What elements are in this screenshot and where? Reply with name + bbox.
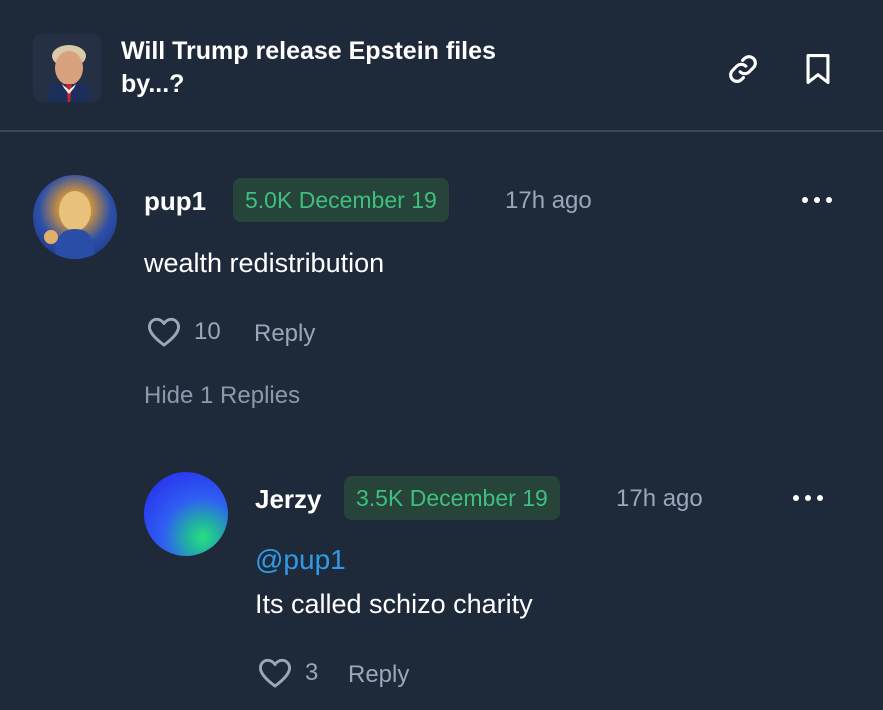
- comments-page: Will Trump release Epstein files by...? …: [0, 0, 883, 710]
- heart-icon: [259, 658, 291, 688]
- like-count: 3: [305, 659, 319, 686]
- market-thumbnail[interactable]: [33, 34, 101, 102]
- bookmark-button[interactable]: [799, 50, 837, 88]
- like-count: 10: [194, 318, 221, 345]
- market-header: Will Trump release Epstein files by...?: [0, 0, 883, 132]
- reply-button[interactable]: Reply: [348, 660, 409, 690]
- reply-button[interactable]: Reply: [254, 319, 315, 349]
- ellipsis-icon: [802, 197, 832, 203]
- hide-replies-button[interactable]: Hide 1 Replies: [144, 381, 300, 411]
- like-button[interactable]: 3: [257, 657, 318, 689]
- copy-link-button[interactable]: [724, 50, 762, 88]
- reply-timestamp: 17h ago: [616, 485, 703, 512]
- like-button[interactable]: 10: [146, 316, 221, 348]
- avatar-jerzy[interactable]: [144, 472, 228, 556]
- comment-username[interactable]: pup1: [144, 186, 206, 216]
- avatar-pup1[interactable]: [33, 175, 117, 259]
- reply-username[interactable]: Jerzy: [255, 484, 322, 514]
- link-icon: [729, 55, 757, 83]
- more-options-button[interactable]: [797, 190, 837, 210]
- heart-icon: [147, 317, 180, 347]
- user-mention-link[interactable]: @pup1: [255, 544, 346, 576]
- avatar-image: [44, 191, 95, 259]
- bookmark-icon: [806, 53, 830, 85]
- comment-body: wealth redistribution: [144, 248, 385, 278]
- position-badge: 3.5K December 19: [344, 476, 560, 520]
- market-title[interactable]: Will Trump release Epstein files by...?: [121, 35, 551, 101]
- more-options-button[interactable]: [788, 488, 828, 508]
- comment-timestamp: 17h ago: [505, 187, 592, 214]
- reply-body: Its called schizo charity: [255, 589, 533, 619]
- portrait-image: [33, 34, 101, 102]
- ellipsis-icon: [793, 495, 823, 501]
- position-badge: 5.0K December 19: [233, 178, 449, 222]
